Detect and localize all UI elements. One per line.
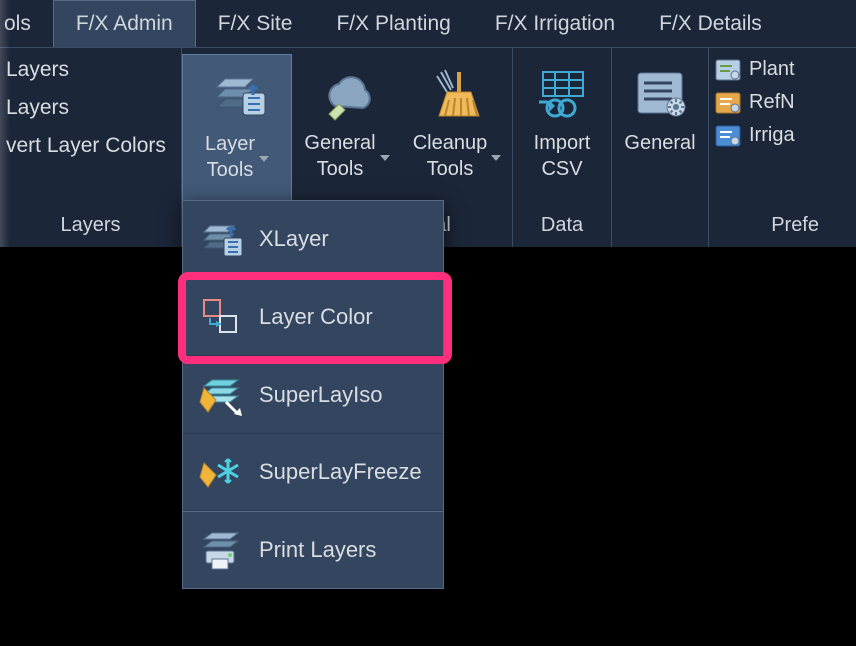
layer-color-label: Layer Color — [259, 304, 373, 330]
planting-preferences-button[interactable]: Plant — [715, 58, 819, 81]
refnotes-pref-label: RefN — [749, 91, 795, 114]
superlayfreeze-icon — [197, 448, 245, 496]
print-layers-icon — [197, 526, 245, 574]
broom-icon — [425, 62, 489, 126]
tab-partial-tools[interactable]: ols — [0, 0, 53, 47]
irrigation-pref-label: Irriga — [749, 124, 795, 147]
panel-general: General — [612, 48, 709, 247]
refnotes-pref-icon — [715, 92, 741, 114]
refnotes-preferences-button[interactable]: RefN — [715, 91, 819, 114]
panel-preferences: Plant RefN Irriga Prefe — [709, 48, 819, 247]
layer-tools-dropdown: XLayer Layer Color SuperLayIso — [182, 200, 444, 589]
tab-fx-admin[interactable]: F/X Admin — [53, 0, 196, 47]
layer-tools-button[interactable]: Layer Tools — [182, 54, 292, 206]
panel-title-layers: Layers — [0, 208, 181, 247]
chevron-down-icon — [259, 156, 269, 162]
panel-layers: Layers Layers vert Layer Colors Layers — [0, 48, 182, 247]
settings-list-icon — [628, 62, 692, 126]
print-layers-menu-item[interactable]: Print Layers — [183, 512, 443, 588]
superlayiso-menu-item[interactable]: SuperLayIso — [183, 357, 443, 434]
xlayer-icon — [197, 215, 245, 263]
panel-title-preferences: Prefe — [715, 208, 819, 247]
xlayer-menu-item[interactable]: XLayer — [183, 201, 443, 278]
tab-fx-irrigation[interactable]: F/X Irrigation — [473, 0, 637, 47]
xlayer-label: XLayer — [259, 226, 329, 252]
import-csv-icon — [530, 62, 594, 126]
general-preferences-button[interactable]: General — [612, 54, 708, 206]
invert-layer-colors-button[interactable]: vert Layer Colors — [0, 134, 181, 158]
superlayiso-label: SuperLayIso — [259, 382, 383, 408]
irrigation-preferences-button[interactable]: Irriga — [715, 124, 819, 147]
general-tools-button[interactable]: General Tools — [292, 54, 402, 206]
cloud-tools-icon — [315, 62, 379, 126]
layer-color-menu-item[interactable]: Layer Color — [183, 279, 443, 356]
print-layers-label: Print Layers — [259, 537, 376, 563]
layers-button-list: Layers Layers vert Layer Colors — [0, 54, 181, 158]
cleanup-tools-label: Cleanup Tools — [413, 130, 488, 182]
tab-fx-site[interactable]: F/X Site — [196, 0, 315, 47]
tab-fx-details[interactable]: F/X Details — [637, 0, 784, 47]
general-label: General — [624, 130, 695, 156]
chevron-down-icon — [491, 155, 501, 161]
superlayiso-icon — [197, 371, 245, 419]
irrigation-pref-icon — [715, 125, 741, 147]
ribbon-tabs: ols F/X Admin F/X Site F/X Planting F/X … — [0, 0, 856, 47]
superlayfreeze-label: SuperLayFreeze — [259, 459, 422, 485]
layers-button-1[interactable]: Layers — [0, 58, 181, 82]
layer-color-icon — [197, 293, 245, 341]
cleanup-tools-button[interactable]: Cleanup Tools — [402, 54, 512, 206]
plant-pref-icon — [715, 59, 741, 81]
import-csv-label: Import CSV — [534, 130, 591, 182]
layers-button-2[interactable]: Layers — [0, 96, 181, 120]
layer-tools-icon — [205, 63, 269, 127]
tab-fx-planting[interactable]: F/X Planting — [314, 0, 472, 47]
chevron-down-icon — [380, 155, 390, 161]
import-csv-button[interactable]: Import CSV — [513, 54, 611, 206]
superlayfreeze-menu-item[interactable]: SuperLayFreeze — [183, 434, 443, 511]
layer-tools-label: Layer Tools — [205, 131, 255, 183]
general-tools-label: General Tools — [304, 130, 375, 182]
planting-pref-label: Plant — [749, 58, 795, 81]
